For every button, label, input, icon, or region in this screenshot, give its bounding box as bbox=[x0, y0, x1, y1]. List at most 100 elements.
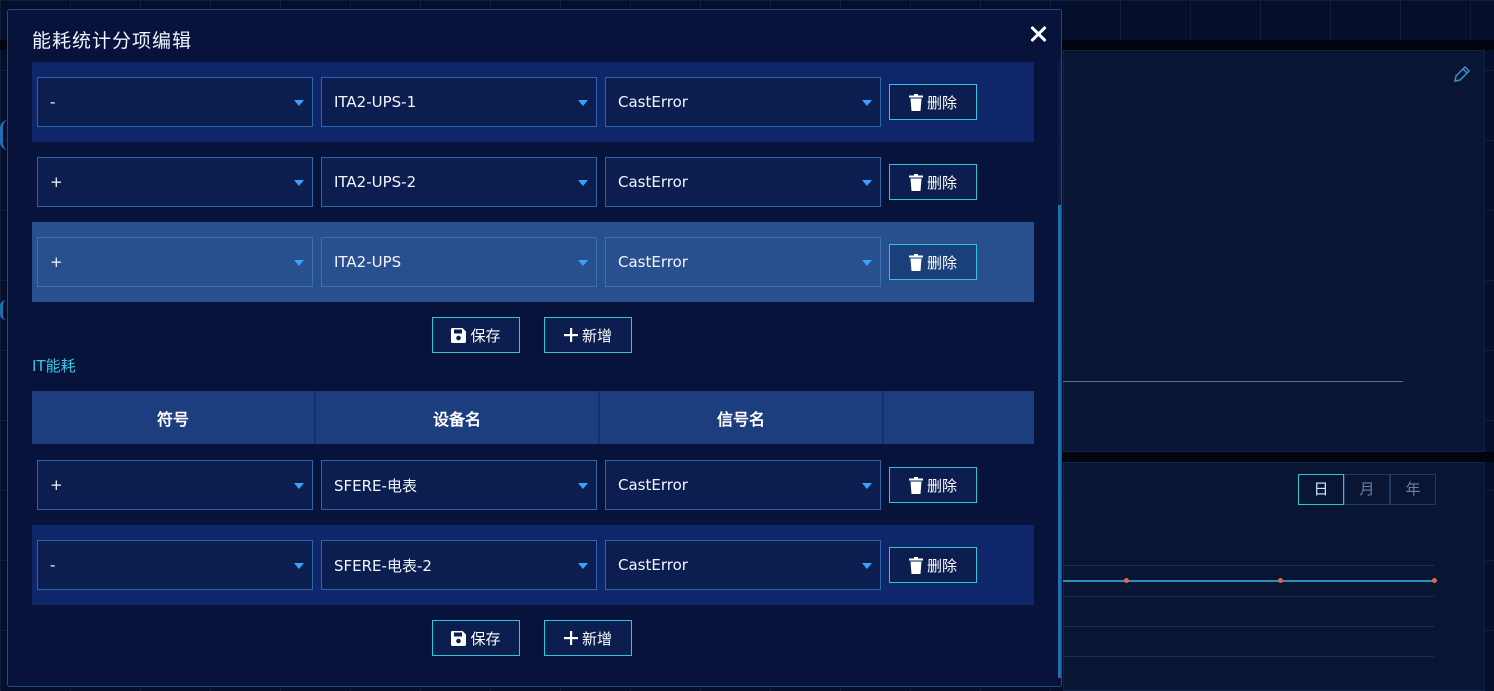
save-label: 保存 bbox=[470, 629, 501, 648]
delete-button[interactable]: 删除 bbox=[889, 547, 977, 583]
signal-value: CastError bbox=[618, 476, 688, 494]
period-tabs: 日 月 年 bbox=[1298, 474, 1436, 505]
sign-value: - bbox=[50, 93, 56, 111]
caret-down-icon bbox=[294, 563, 304, 569]
sign-value: + bbox=[50, 173, 63, 191]
device-select[interactable]: ITA2-UPS bbox=[321, 237, 597, 287]
caret-down-icon bbox=[294, 483, 304, 489]
caret-down-icon bbox=[862, 180, 872, 186]
signal-value: CastError bbox=[618, 556, 688, 574]
caret-down-icon bbox=[862, 260, 872, 266]
sign-select[interactable]: + bbox=[37, 237, 313, 287]
caret-down-icon bbox=[294, 260, 304, 266]
save-icon bbox=[451, 630, 467, 646]
scrollbar-thumb[interactable] bbox=[1058, 205, 1061, 678]
caret-down-icon bbox=[862, 563, 872, 569]
sign-select[interactable]: + bbox=[37, 157, 313, 207]
background-series-point bbox=[1432, 578, 1437, 583]
caret-down-icon bbox=[578, 100, 588, 106]
save-icon bbox=[451, 327, 467, 343]
table-row: - SFERE-电表-2 CastError 删除 bbox=[32, 525, 1034, 605]
table-row: - ITA2-UPS-1 CastError 删除 bbox=[32, 62, 1034, 142]
tab-year[interactable]: 年 bbox=[1390, 474, 1436, 505]
sign-value: - bbox=[50, 556, 56, 574]
delete-label: 删除 bbox=[926, 173, 957, 192]
signal-value: CastError bbox=[618, 173, 688, 191]
background-series-line bbox=[1063, 580, 1434, 582]
table-row: + ITA2-UPS-2 CastError 删除 bbox=[32, 142, 1034, 222]
background-separator bbox=[1060, 452, 1494, 462]
add-label: 新增 bbox=[581, 326, 612, 345]
save-label: 保存 bbox=[470, 326, 501, 345]
background-panel-top bbox=[1063, 50, 1485, 452]
plus-icon bbox=[563, 631, 578, 645]
save-button[interactable]: 保存 bbox=[432, 317, 520, 353]
background-series-point bbox=[1278, 578, 1283, 583]
trash-icon bbox=[908, 476, 923, 494]
background-axis-line bbox=[1063, 381, 1403, 382]
tab-month[interactable]: 月 bbox=[1344, 474, 1390, 505]
device-value: SFERE-电表 bbox=[334, 476, 417, 495]
delete-button[interactable]: 删除 bbox=[889, 84, 977, 120]
add-button[interactable]: 新增 bbox=[544, 620, 632, 656]
signal-select[interactable]: CastError bbox=[605, 77, 881, 127]
device-value: ITA2-UPS-2 bbox=[334, 173, 417, 191]
section-title-it: IT能耗 bbox=[32, 357, 76, 375]
tab-day[interactable]: 日 bbox=[1298, 474, 1344, 505]
trash-icon bbox=[908, 253, 923, 271]
device-value: ITA2-UPS-1 bbox=[334, 93, 417, 111]
trash-icon bbox=[908, 173, 923, 191]
sign-select[interactable]: + bbox=[37, 460, 313, 510]
device-select[interactable]: SFERE-电表-2 bbox=[321, 540, 597, 590]
trash-icon bbox=[908, 556, 923, 574]
column-header-device: 设备名 bbox=[316, 391, 600, 444]
device-select[interactable]: ITA2-UPS-1 bbox=[321, 77, 597, 127]
device-value: SFERE-电表-2 bbox=[334, 556, 432, 575]
caret-down-icon bbox=[578, 563, 588, 569]
device-value: ITA2-UPS bbox=[334, 253, 402, 271]
delete-button[interactable]: 删除 bbox=[889, 467, 977, 503]
sign-select[interactable]: - bbox=[37, 540, 313, 590]
delete-label: 删除 bbox=[926, 253, 957, 272]
pencil-icon[interactable] bbox=[1452, 64, 1472, 84]
sign-value: + bbox=[50, 476, 63, 494]
column-header-sign: 符号 bbox=[32, 391, 316, 444]
background-decoration bbox=[0, 300, 6, 320]
table-row: + ITA2-UPS CastError 删除 bbox=[32, 222, 1034, 302]
close-icon[interactable] bbox=[1027, 23, 1049, 45]
sign-select[interactable]: - bbox=[37, 77, 313, 127]
signal-select[interactable]: CastError bbox=[605, 540, 881, 590]
signal-value: CastError bbox=[618, 93, 688, 111]
caret-down-icon bbox=[578, 483, 588, 489]
plus-icon bbox=[563, 328, 578, 342]
signal-select[interactable]: CastError bbox=[605, 237, 881, 287]
delete-button[interactable]: 删除 bbox=[889, 244, 977, 280]
trash-icon bbox=[908, 93, 923, 111]
delete-label: 删除 bbox=[926, 476, 957, 495]
dialog-title: 能耗统计分项编辑 bbox=[32, 30, 193, 52]
table-row: + SFERE-电表 CastError 删除 bbox=[32, 445, 1034, 525]
delete-label: 删除 bbox=[926, 556, 957, 575]
caret-down-icon bbox=[862, 100, 872, 106]
column-header-actions bbox=[884, 391, 1034, 444]
device-select[interactable]: SFERE-电表 bbox=[321, 460, 597, 510]
device-select[interactable]: ITA2-UPS-2 bbox=[321, 157, 597, 207]
background-series-point bbox=[1124, 578, 1129, 583]
caret-down-icon bbox=[578, 260, 588, 266]
sign-value: + bbox=[50, 253, 63, 271]
delete-label: 删除 bbox=[926, 93, 957, 112]
caret-down-icon bbox=[862, 483, 872, 489]
caret-down-icon bbox=[578, 180, 588, 186]
caret-down-icon bbox=[294, 180, 304, 186]
caret-down-icon bbox=[294, 100, 304, 106]
background-gridline bbox=[1063, 565, 1434, 566]
save-button[interactable]: 保存 bbox=[432, 620, 520, 656]
signal-select[interactable]: CastError bbox=[605, 157, 881, 207]
background-gridline bbox=[1063, 656, 1434, 657]
background-gridline bbox=[1063, 626, 1434, 627]
delete-button[interactable]: 删除 bbox=[889, 164, 977, 200]
add-button[interactable]: 新增 bbox=[544, 317, 632, 353]
background-gridline bbox=[1063, 596, 1434, 597]
column-header-signal: 信号名 bbox=[600, 391, 884, 444]
signal-select[interactable]: CastError bbox=[605, 460, 881, 510]
